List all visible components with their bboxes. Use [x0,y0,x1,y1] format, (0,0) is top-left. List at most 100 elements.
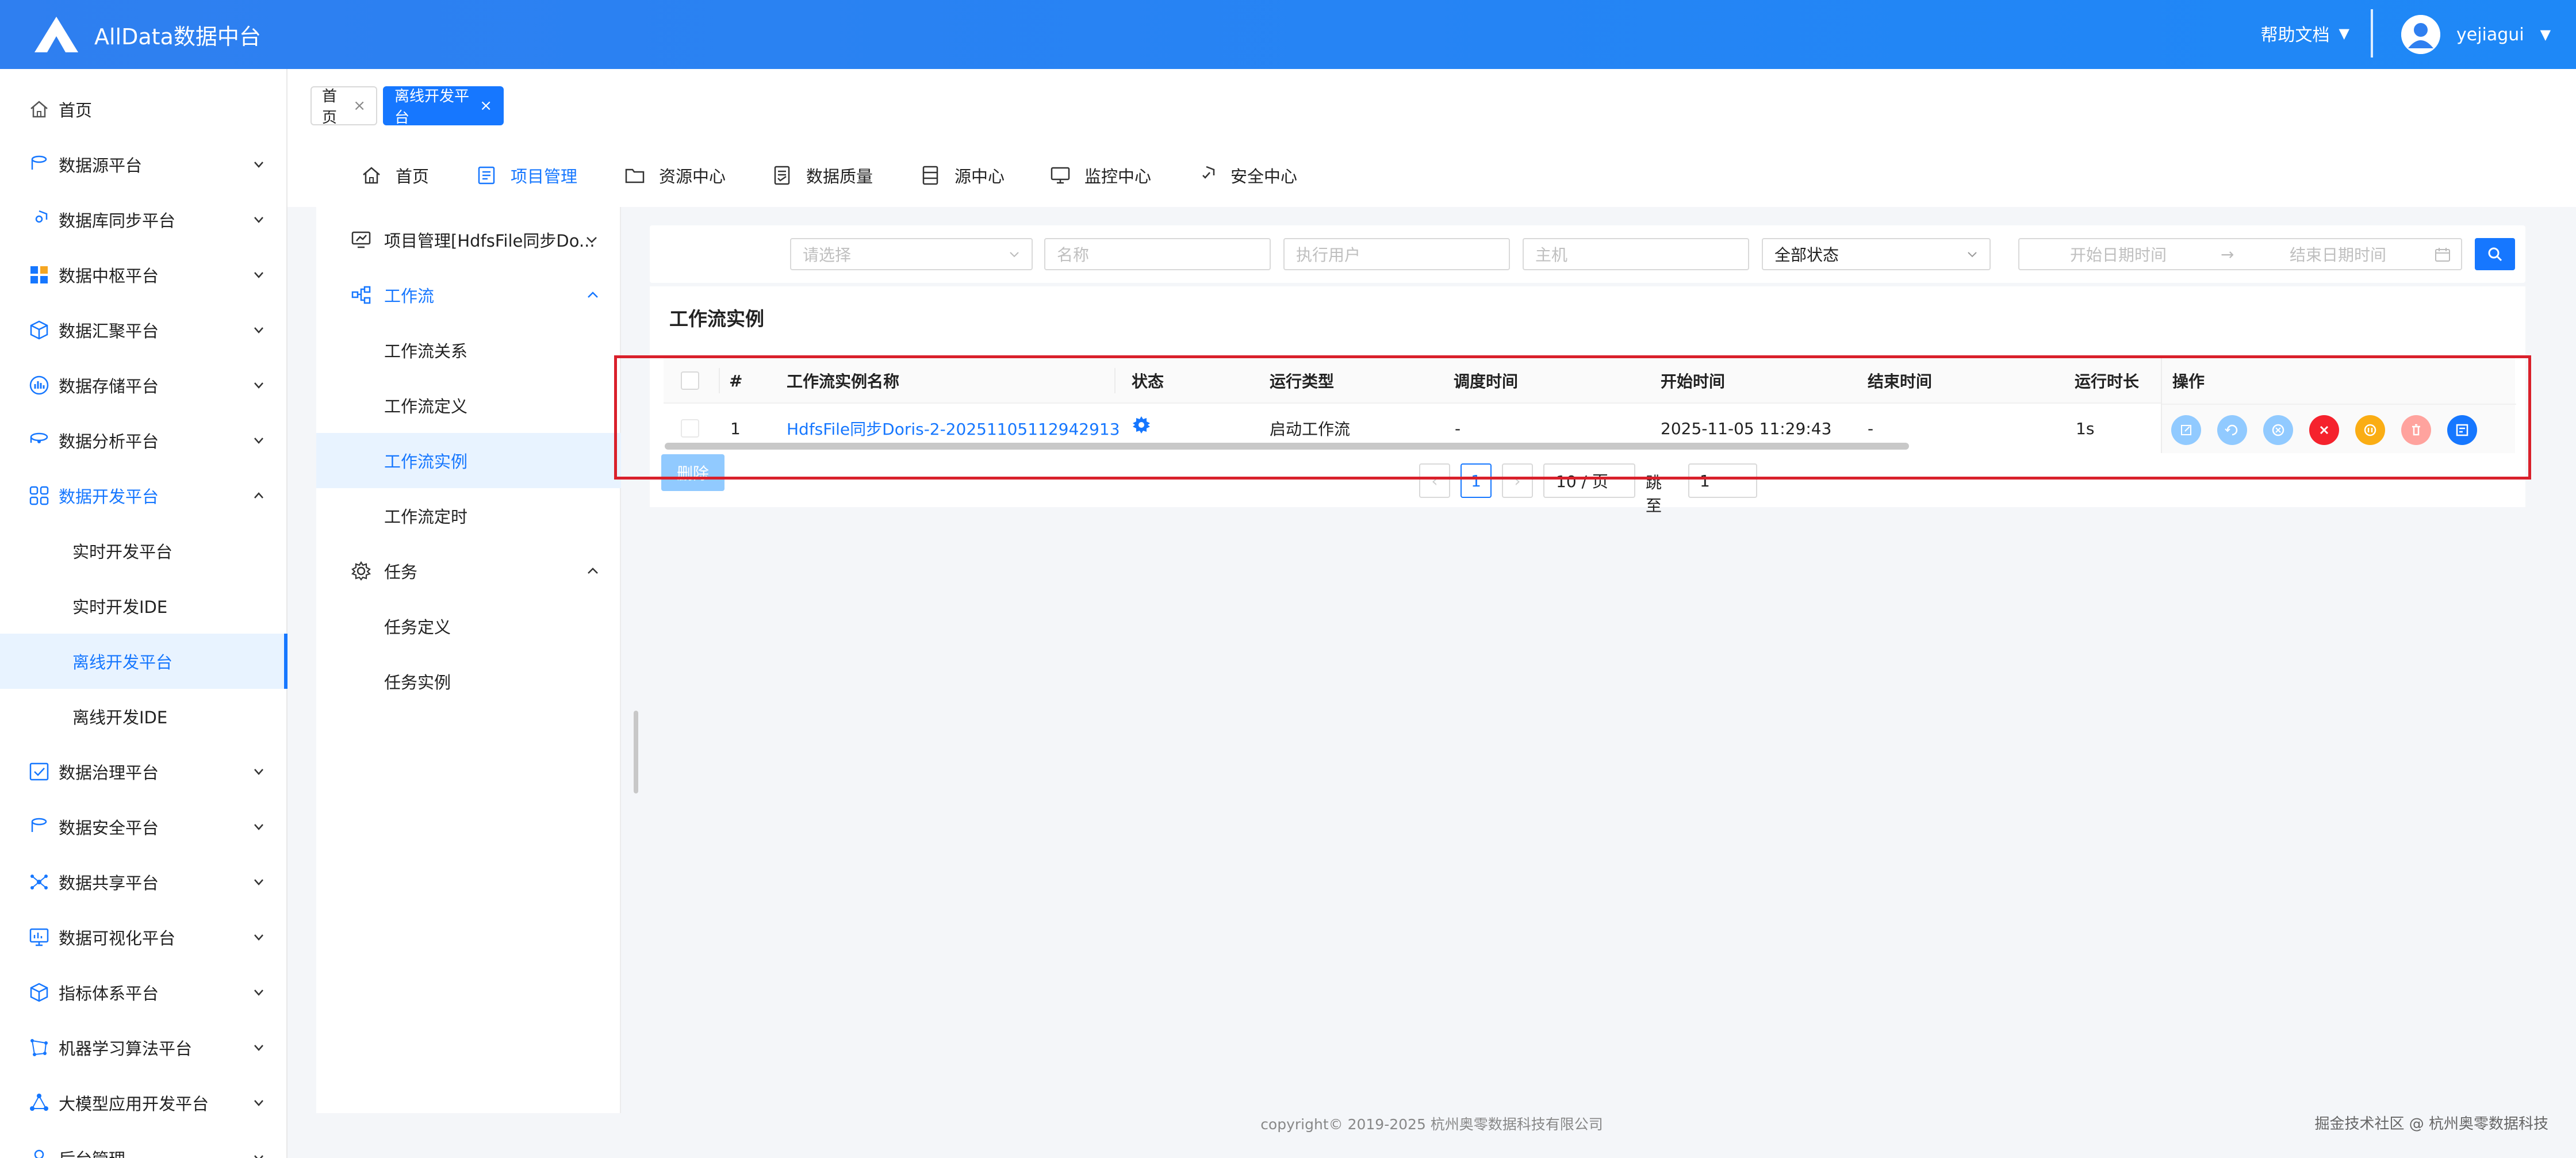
sidebar-item-label: 数据存储平台 [59,377,159,396]
subnav-task-instance[interactable]: 任务实例 [316,654,621,709]
user-input[interactable]: 执行用户 [1283,238,1510,270]
chevron-down-icon [254,217,263,223]
subnav-label: 工作流定时 [384,507,468,527]
help-docs-dropdown[interactable]: 帮助文档 ▼ [2261,17,2349,49]
chevron-down-icon [254,990,263,996]
status-select[interactable]: 全部状态 [1762,238,1991,270]
tab-home[interactable]: 首页 × [310,86,377,126]
task-label: 任务 [384,562,418,582]
subnav-workflow-timing[interactable]: 工作流定时 [316,488,621,543]
nav-project[interactable]: 项目管理 [476,155,577,195]
sidebar-item-1[interactable]: 数据源平台 [0,137,288,192]
sidebar-item-11[interactable]: 离线开发IDE [0,689,288,744]
sidebar-item-13[interactable]: 数据安全平台 [0,799,288,854]
sidebar-item-label: 数据库同步平台 [59,211,176,231]
start-date-placeholder: 开始日期时间 [2070,246,2167,264]
brand[interactable]: AllData数据中台 [32,7,261,62]
user-placeholder: 执行用户 [1296,246,1361,264]
nav-folder[interactable]: 资源中心 [624,155,726,195]
sidebar-item-label: 首页 [59,101,93,120]
folder-icon [625,168,645,183]
sidebar-item-label: 实时开发平台 [72,542,173,562]
close-icon[interactable]: × [480,97,492,114]
footer-copyright: copyright© 2019-2025 杭州奥零数据科技有限公司 [1260,1116,1603,1133]
sidebar-item-7[interactable]: 数据开发平台 [0,468,288,523]
sidebar-item-0[interactable]: 首页 [0,82,288,137]
subnav-workflow-relation[interactable]: 工作流关系 [316,323,621,378]
highlight-box [614,355,2531,480]
workflow-group[interactable]: 工作流 [316,267,621,323]
chevron-down-icon [254,162,263,168]
sidebar-item-2[interactable]: 数据库同步平台 [0,192,288,247]
admin-icon [34,1149,44,1158]
sidebar-item-8[interactable]: 实时开发平台 [0,523,288,578]
project-name: 项目管理[HdfsFile同步Do... [384,231,595,251]
governance-icon [29,762,49,781]
nav-server[interactable]: 源中心 [920,155,1005,195]
select-placeholder: 请选择 [803,246,852,264]
tab-offline-dev[interactable]: 离线开发平台 × [383,86,504,126]
date-range-picker[interactable]: 开始日期时间 → 结束日期时间 [2018,238,2462,270]
sidebar-item-4[interactable]: 数据汇聚平台 [0,302,288,358]
chevron-down-icon [254,327,263,333]
sidebar-item-16[interactable]: 指标体系平台 [0,965,288,1020]
sidebar-item-9[interactable]: 实时开发IDE [0,578,288,634]
module-nav: 首页 项目管理 资源中心 数据质量 源中心 监控中心 安全中心 [288,144,2576,207]
calendar-icon [2435,248,2450,262]
sidebar-item-14[interactable]: 数据共享平台 [0,854,288,910]
status-value: 全部状态 [1774,246,1839,264]
database-icon [31,155,47,170]
host-input[interactable]: 主机 [1523,238,1749,270]
chevron-down-icon [1968,252,1977,258]
sidebar-item-18[interactable]: 大模型应用开发平台 [0,1075,288,1130]
name-input[interactable]: 名称 [1044,238,1271,270]
nav-shield-check[interactable]: 安全中心 [1196,155,1297,195]
quality-doc-icon [774,166,790,185]
project-select[interactable]: 请选择 [790,238,1033,270]
nav-label: 监控中心 [1084,167,1152,186]
sidebar-item-6[interactable]: 数据分析平台 [0,413,288,468]
app-title: AllData数据中台 [94,24,261,49]
subnav-workflow-instance[interactable]: 工作流实例 [316,433,621,488]
chevron-down-icon [254,769,263,775]
ml-graph-icon [30,1039,48,1056]
chevron-down-icon [254,382,263,389]
workflow-icon [351,286,371,304]
sync-shield-icon [35,210,48,223]
subnav-workflow-definition[interactable]: 工作流定义 [316,378,621,433]
close-icon[interactable]: × [353,97,366,114]
sidebar-item-5[interactable]: 数据存储平台 [0,358,288,413]
sidebar-item-label: 离线开发平台 [72,653,173,672]
sidebar-item-12[interactable]: 数据治理平台 [0,744,288,799]
header-divider [2371,9,2373,57]
sidebar-item-3[interactable]: 数据中枢平台 [0,247,288,302]
subnav-label: 工作流定义 [384,397,468,416]
sidebar-item-label: 数据中枢平台 [59,266,159,286]
user-menu[interactable]: yejiagui ▼ [2401,13,2551,56]
sidebar-item-19[interactable]: 后台管理 [0,1130,288,1158]
project-monitor-icon [351,231,371,248]
chevron-up-icon [588,568,598,574]
chevron-up-icon [254,492,263,499]
task-group[interactable]: 任务 [316,543,621,599]
sidebar-item-17[interactable]: 机器学习算法平台 [0,1020,288,1075]
sidebar-item-label: 数据安全平台 [59,818,159,838]
subnav-task-definition[interactable]: 任务定义 [316,599,621,654]
nav-monitor[interactable]: 监控中心 [1050,155,1151,195]
alldata-logo-icon [34,17,78,52]
sidebar-item-15[interactable]: 数据可视化平台 [0,910,288,965]
sidebar-item-label: 后台管理 [59,1146,125,1158]
sidebar-item-label: 大模型应用开发平台 [59,1094,209,1114]
project-selector[interactable]: 项目管理[HdfsFile同步Do... [316,212,621,267]
sidebar-item-10[interactable]: 离线开发平台 [0,634,288,689]
sidebar-item-label: 指标体系平台 [59,984,159,1003]
username: yejiagui [2456,24,2524,45]
gear-icon [351,561,371,581]
caret-down-icon: ▼ [2339,25,2349,41]
metric-cube-icon [30,983,48,1002]
nav-home[interactable]: 首页 [361,155,429,195]
nav-quality-doc[interactable]: 数据质量 [772,155,873,195]
search-button[interactable] [2475,238,2515,270]
sidebar-scrollbar[interactable] [634,711,638,793]
chevron-down-icon [254,438,263,444]
